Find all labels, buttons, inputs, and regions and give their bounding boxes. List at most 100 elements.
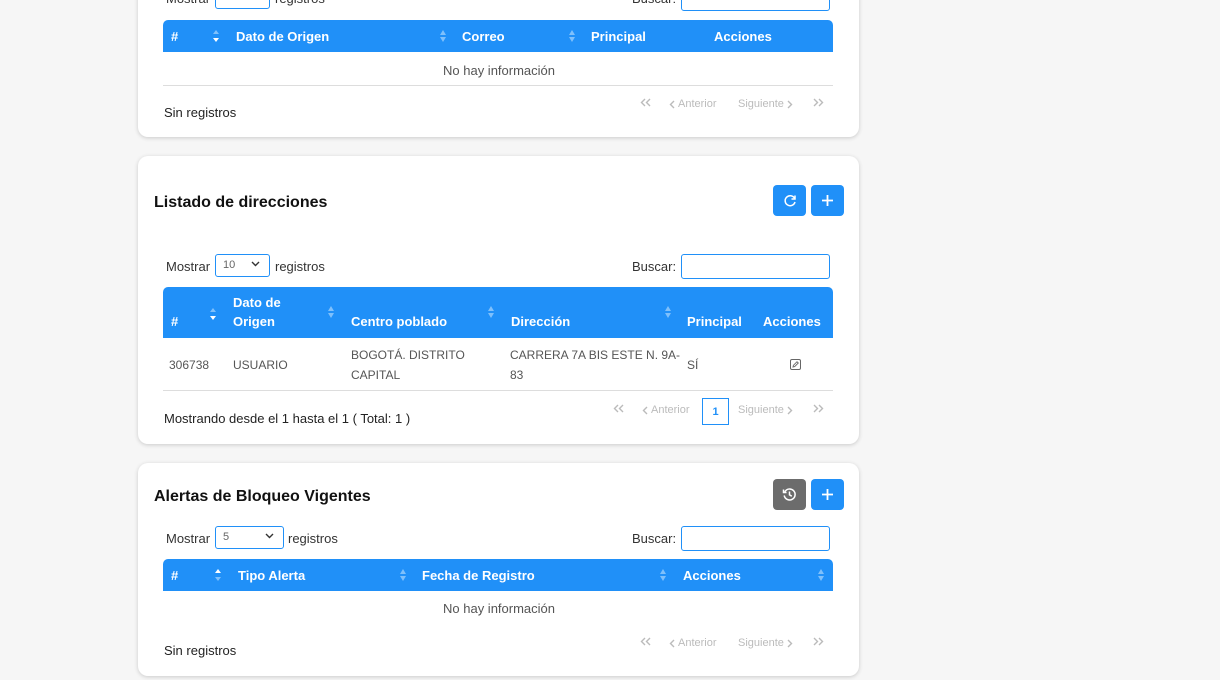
show-label: Mostrar <box>166 259 211 274</box>
sort-desc-icon[interactable] <box>213 30 219 42</box>
sort-icon[interactable] <box>818 569 824 581</box>
col-town[interactable]: Centro poblado <box>351 312 447 331</box>
col-principal[interactable]: Principal <box>591 27 646 46</box>
add-address-button[interactable] <box>811 185 844 216</box>
page-1-button[interactable]: 1 <box>702 398 729 425</box>
plus-icon <box>822 195 833 206</box>
previous-page-button[interactable]: Anterior <box>642 404 690 416</box>
refresh-icon <box>783 194 796 206</box>
previous-label: Anterior <box>678 637 717 649</box>
addresses-card: Listado de direcciones Mostrar 10 regist… <box>138 156 859 444</box>
double-chevron-left-icon <box>640 98 651 107</box>
cell-principal: SÍ <box>687 358 699 372</box>
sort-icon[interactable] <box>400 569 406 581</box>
next-label: Siguiente <box>738 637 784 649</box>
chevron-down-icon <box>265 533 274 539</box>
show-label: Mostrar <box>166 0 210 6</box>
alerts-card: Alertas de Bloqueo Vigentes Mostrar 5 re… <box>138 463 859 676</box>
col-origin-line1[interactable]: Dato de <box>233 293 281 312</box>
last-page-button[interactable] <box>813 637 824 646</box>
emails-table-header: # Dato de Origen Correo Principal Accion… <box>163 20 833 52</box>
emails-search-input[interactable] <box>681 0 830 11</box>
cell-town-line1: BOGOTÁ. DISTRITO <box>351 348 465 362</box>
page-size-value: 10 <box>223 0 235 3</box>
next-page-button[interactable]: Siguiente <box>738 404 793 416</box>
addresses-title: Listado de direcciones <box>154 194 328 211</box>
search-label: Buscar: <box>632 259 677 274</box>
col-alert-type[interactable]: Tipo Alerta <box>238 566 305 585</box>
cell-id: 306738 <box>169 358 210 372</box>
previous-label: Anterior <box>651 404 690 416</box>
previous-page-button[interactable]: Anterior <box>669 637 717 649</box>
col-actions: Acciones <box>714 29 772 44</box>
divider <box>163 85 833 86</box>
col-register-date[interactable]: Fecha de Registro <box>422 566 535 585</box>
alerts-table-header: # Tipo Alerta Fecha de Registro Acciones <box>163 559 833 591</box>
alerts-title: Alertas de Bloqueo Vigentes <box>154 488 371 505</box>
col-origin[interactable]: Dato de Origen <box>236 27 329 46</box>
chevron-left-icon <box>642 406 648 414</box>
sort-icon[interactable] <box>569 30 575 42</box>
sort-icon[interactable] <box>440 30 446 42</box>
addresses-search-input[interactable] <box>681 254 830 279</box>
empty-message: No hay información <box>443 601 555 616</box>
addresses-table-header: # Dato de Origen Centro poblado Direcció… <box>163 287 833 338</box>
chevron-right-icon <box>787 639 793 647</box>
col-actions[interactable]: Acciones <box>683 566 741 585</box>
first-page-button[interactable] <box>640 637 651 646</box>
col-origin-line2[interactable]: Origen <box>233 312 275 331</box>
double-chevron-left-icon <box>640 637 651 646</box>
last-page-button[interactable] <box>813 98 824 107</box>
first-page-button[interactable] <box>640 98 651 107</box>
next-label: Siguiente <box>738 98 784 110</box>
history-button[interactable] <box>773 479 806 510</box>
cell-origin: USUARIO <box>233 358 288 372</box>
emails-page-size-select[interactable]: 10 <box>215 0 270 9</box>
divider <box>163 390 833 391</box>
records-info: Sin registros <box>164 105 237 120</box>
records-label: registros <box>275 0 325 6</box>
sort-icon[interactable] <box>665 306 671 318</box>
chevron-down-icon <box>251 261 260 267</box>
col-id[interactable]: # <box>171 566 178 585</box>
add-alert-button[interactable] <box>811 479 844 510</box>
sort-icon[interactable] <box>488 306 494 318</box>
chevron-left-icon <box>669 639 675 647</box>
sort-icon[interactable] <box>328 306 334 318</box>
sort-desc-icon[interactable] <box>210 308 216 320</box>
next-page-button[interactable]: Siguiente <box>738 98 793 110</box>
cell-town-line2: CAPITAL <box>351 368 401 382</box>
records-info: Sin registros <box>164 643 237 658</box>
records-info: Mostrando desde el 1 hasta el 1 ( Total:… <box>164 411 411 426</box>
addresses-page-size-select[interactable]: 10 <box>215 254 270 277</box>
last-page-button[interactable] <box>813 404 824 413</box>
records-label: registros <box>288 531 338 546</box>
search-label: Buscar: <box>632 531 677 546</box>
alerts-page-size-select[interactable]: 5 <box>215 526 284 549</box>
history-icon <box>782 488 796 501</box>
search-label: Buscar: <box>632 0 676 6</box>
double-chevron-right-icon <box>813 404 824 413</box>
col-email[interactable]: Correo <box>462 27 505 46</box>
sort-icon[interactable] <box>660 569 666 581</box>
previous-page-button[interactable]: Anterior <box>669 98 717 110</box>
refresh-button[interactable] <box>773 185 806 216</box>
col-address[interactable]: Dirección <box>511 312 570 331</box>
col-actions: Acciones <box>763 314 821 329</box>
records-label: registros <box>275 259 325 274</box>
sort-asc-icon[interactable] <box>215 569 221 581</box>
first-page-button[interactable] <box>613 404 624 413</box>
double-chevron-left-icon <box>613 404 624 413</box>
page-size-value: 10 <box>223 259 236 271</box>
chevron-right-icon <box>787 406 793 414</box>
chevron-left-icon <box>669 100 675 108</box>
next-page-button[interactable]: Siguiente <box>738 637 793 649</box>
double-chevron-right-icon <box>813 98 824 107</box>
col-id[interactable]: # <box>171 312 178 331</box>
alerts-search-input[interactable] <box>681 526 830 551</box>
previous-label: Anterior <box>678 98 717 110</box>
col-principal[interactable]: Principal <box>687 312 742 331</box>
edit-icon[interactable] <box>790 359 801 370</box>
col-id[interactable]: # <box>171 27 178 46</box>
cell-address-line2: 83 <box>510 368 524 382</box>
